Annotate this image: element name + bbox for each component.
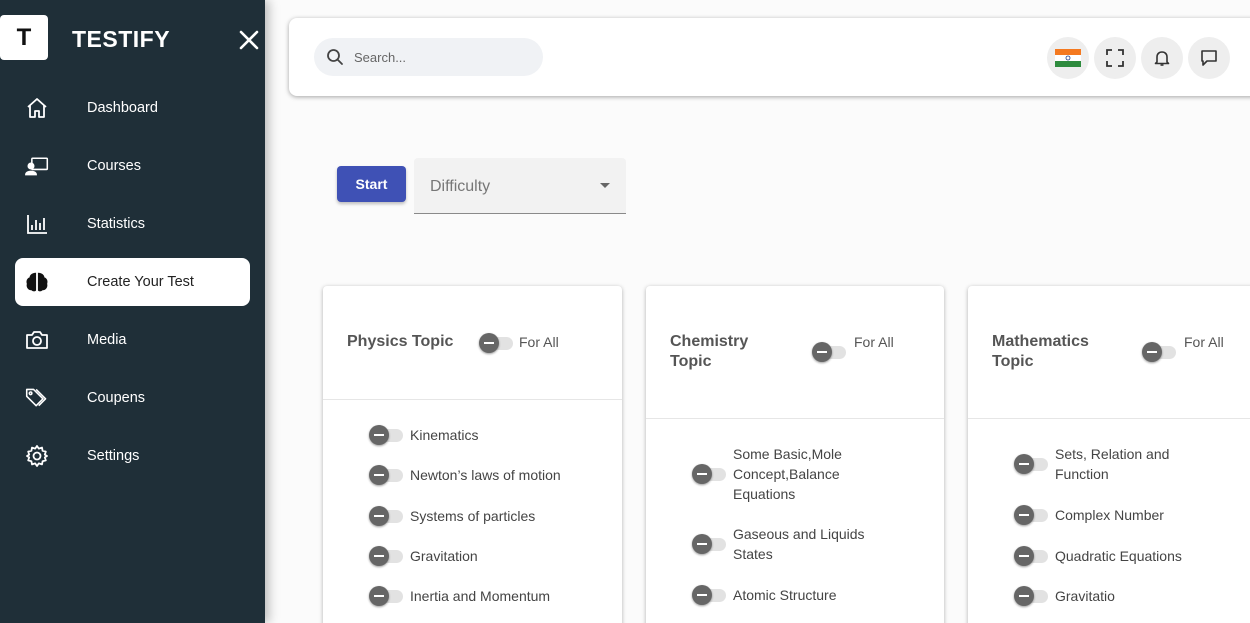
notifications-button[interactable] (1141, 37, 1183, 79)
card-title: Chemistry Topic (670, 333, 749, 370)
topic-item: Sets, Relation and Function (1014, 444, 1205, 484)
language-button[interactable] (1047, 37, 1089, 79)
camera-icon (25, 328, 49, 352)
courses-icon (25, 154, 49, 178)
topic-toggle[interactable] (369, 424, 405, 446)
topic-toggle[interactable] (1014, 545, 1050, 567)
for-all-label: For All (1184, 334, 1224, 350)
card-title: Physics Topic (347, 333, 454, 350)
for-all-toggle-group: For All (1142, 332, 1224, 363)
home-icon (25, 96, 49, 120)
bell-icon (1154, 51, 1170, 66)
mathematics-topic-card: Mathematics Topic For All Sets, Relation… (968, 286, 1250, 623)
card-header: Mathematics Topic For All (968, 286, 1250, 419)
sidebar-item-create-your-test[interactable]: Create Your Test (15, 258, 250, 306)
sidebar: T TESTIFY Dashboard Courses Statistics C… (0, 0, 265, 623)
topic-label: Systems of particles (410, 508, 536, 524)
topic-item: Some Basic,Mole Concept,Balance Equation… (692, 444, 883, 504)
india-flag-icon (1055, 49, 1081, 67)
topic-item: Atomic Structure (692, 584, 836, 606)
search-icon (327, 49, 343, 65)
for-all-label: For All (519, 334, 559, 350)
fullscreen-icon (1106, 49, 1124, 67)
for-all-toggle[interactable] (1142, 341, 1178, 363)
topic-toggle[interactable] (1014, 585, 1050, 607)
topic-item: Kinematics (369, 424, 478, 446)
difficulty-select[interactable]: Difficulty (414, 158, 626, 214)
close-sidebar-button[interactable] (236, 27, 262, 53)
topic-item: Quadratic Equations (1014, 545, 1182, 567)
sidebar-item-coupens[interactable]: Coupens (15, 374, 250, 422)
topic-item: Systems of particles (369, 505, 535, 527)
topic-toggle[interactable] (369, 585, 405, 607)
topic-item: Gaseous and Liquids States (692, 524, 883, 564)
sidebar-item-label: Coupens (87, 390, 146, 406)
sidebar-item-label: Media (87, 332, 127, 348)
chemistry-topic-card: Chemistry Topic For All Some Basic,Mole … (646, 286, 944, 623)
topic-label: Quadratic Equations (1055, 548, 1182, 564)
topic-item: Inertia and Momentum (369, 585, 550, 607)
topic-label: Gravitation (410, 548, 478, 564)
messages-button[interactable] (1188, 37, 1230, 79)
start-button[interactable]: Start (337, 166, 406, 202)
chevron-down-icon (600, 183, 610, 188)
for-all-toggle[interactable] (479, 332, 515, 354)
sidebar-item-label: Create Your Test (87, 274, 194, 290)
card-header: Chemistry Topic For All (646, 286, 944, 419)
topic-toggle[interactable] (1014, 453, 1050, 475)
topic-label: Inertia and Momentum (410, 588, 551, 604)
physics-topic-card: Physics Topic For All Kinematics Newton’… (323, 286, 622, 623)
topic-toggle[interactable] (369, 505, 405, 527)
sidebar-item-media[interactable]: Media (15, 316, 250, 364)
gear-icon (25, 444, 49, 468)
sidebar-nav: Dashboard Courses Statistics Create Your… (15, 84, 250, 490)
topic-toggle[interactable] (369, 464, 405, 486)
topic-toggle[interactable] (1014, 504, 1050, 526)
sidebar-item-label: Dashboard (87, 100, 158, 116)
brand-logo[interactable]: T (0, 15, 48, 60)
search-input[interactable] (354, 49, 524, 65)
topic-item: Complex Number (1014, 504, 1164, 526)
sidebar-item-label: Statistics (87, 216, 146, 232)
card-title: Mathematics Topic (992, 333, 1089, 370)
tags-icon (25, 386, 49, 410)
bar-chart-icon (25, 212, 49, 236)
difficulty-label: Difficulty (430, 178, 491, 195)
sidebar-item-settings[interactable]: Settings (15, 432, 250, 480)
sidebar-item-label: Courses (87, 158, 141, 174)
card-header: Physics Topic For All (323, 286, 622, 400)
topic-label: Gravitatio (1055, 588, 1115, 604)
for-all-toggle[interactable] (812, 341, 848, 363)
topic-label: Gaseous and Liquids States (733, 526, 865, 562)
brain-icon (25, 270, 49, 294)
fullscreen-button[interactable] (1094, 37, 1136, 79)
topic-label: Sets, Relation and Function (1055, 446, 1170, 482)
search-box (314, 38, 543, 76)
top-bar (289, 18, 1250, 96)
topic-toggle[interactable] (369, 545, 405, 567)
for-all-toggle-group: For All (812, 332, 894, 363)
topic-label: Complex Number (1055, 507, 1164, 523)
sidebar-item-label: Settings (87, 448, 140, 464)
topic-item: Gravitation (369, 545, 478, 567)
sidebar-item-courses[interactable]: Courses (15, 142, 250, 190)
for-all-toggle-group: For All (479, 332, 559, 354)
topic-toggle[interactable] (692, 463, 728, 485)
topic-toggle[interactable] (692, 584, 728, 606)
topic-label: Kinematics (410, 427, 479, 443)
topic-item: Newton’s laws of motion (369, 464, 561, 486)
sidebar-item-statistics[interactable]: Statistics (15, 200, 250, 248)
topic-toggle[interactable] (692, 533, 728, 555)
topic-label: Atomic Structure (733, 587, 837, 603)
topic-label: Newton’s laws of motion (410, 467, 561, 483)
for-all-label: For All (854, 334, 894, 350)
brand-name: TESTIFY (72, 26, 171, 52)
topic-item: Gravitatio (1014, 585, 1115, 607)
close-icon (239, 30, 259, 50)
sidebar-item-dashboard[interactable]: Dashboard (15, 84, 250, 132)
topic-label: Some Basic,Mole Concept,Balance Equation… (733, 446, 842, 502)
chat-icon (1201, 50, 1217, 66)
